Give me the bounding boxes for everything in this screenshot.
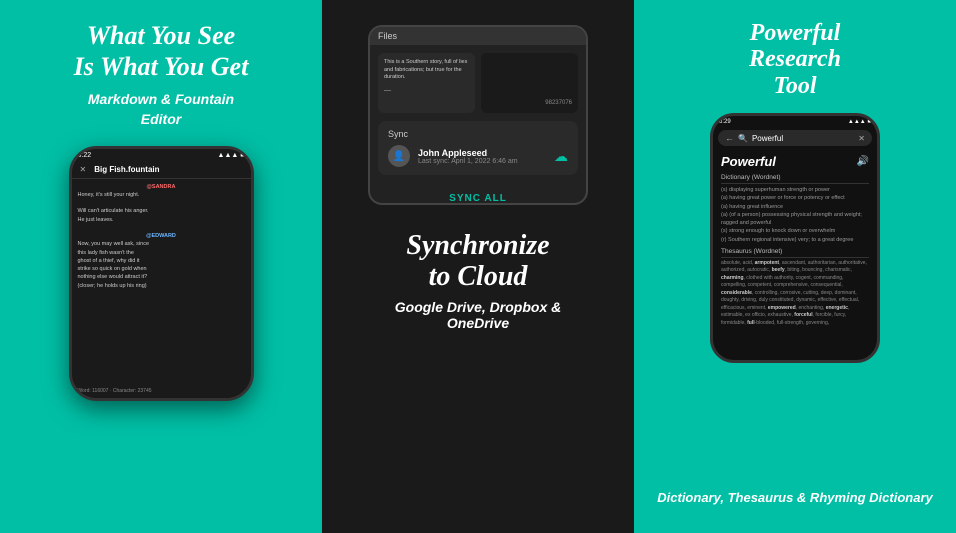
thesaurus-content: absolute, acid, armpotent, ascendant, au… — [721, 260, 869, 328]
sync-all-button[interactable]: SYNC ALL — [370, 187, 586, 205]
right-subtitle: Dictionary, Thesaurus & Rhyming Dictiona… — [657, 490, 932, 513]
right-title: Powerful Research Tool — [749, 20, 841, 99]
clear-search-icon[interactable]: ✕ — [858, 134, 865, 143]
phone-header: ✕ Big Fish.fountain — [72, 161, 251, 179]
cloud-sync-icon: ☁ — [554, 148, 568, 165]
left-phone-mockup: 5:22 ▲▲▲ ■ ✕ Big Fish.fountain @SANDRA H… — [69, 146, 254, 401]
right-panel: Powerful Research Tool 6:29 ▲▲▲ ■ ← 🔍 Po… — [634, 0, 956, 533]
dict-status-bar: 6:29 ▲▲▲ ■ — [713, 116, 877, 127]
dict-search-bar[interactable]: ← 🔍 Powerful ✕ — [718, 130, 872, 146]
middle-bottom-text: Synchronize to Cloud Google Drive, Dropb… — [395, 231, 561, 331]
dict-content: Powerful 🔊 Dictionary (Wordnet) (s) disp… — [713, 149, 877, 332]
close-icon[interactable]: ✕ — [80, 165, 87, 174]
user-avatar: 👤 — [388, 145, 410, 167]
left-panel: What You See Is What You Get Markdown & … — [0, 0, 322, 533]
right-phone-mockup: 6:29 ▲▲▲ ■ ← 🔍 Powerful ✕ Powerful 🔊 Dic… — [710, 113, 880, 363]
file-card-1: This is a Southern story, full of lies a… — [378, 53, 475, 113]
files-phone: Files This is a Southern story, full of … — [368, 25, 588, 205]
search-input[interactable]: Powerful — [752, 134, 854, 143]
word-count: Word: 116007 · Character: 23745 — [78, 388, 152, 394]
dictionary-definitions: (s) displaying superhuman strength or po… — [721, 186, 869, 244]
sync-title: Synchronize to Cloud — [395, 231, 561, 293]
middle-panel: Files This is a Southern story, full of … — [322, 0, 634, 533]
screenplay-content: @SANDRA Honey, it's still your night. Wi… — [72, 179, 251, 294]
phone-status-bar: 5:22 ▲▲▲ ■ — [72, 149, 251, 161]
files-header: Files — [370, 27, 586, 45]
files-grid: This is a Southern story, full of lies a… — [370, 45, 586, 121]
sync-section: Sync 👤 John Appleseed Last sync: April 1… — [378, 121, 578, 175]
sync-section-label: Sync — [388, 129, 568, 139]
sync-user-row: 👤 John Appleseed Last sync: April 1, 202… — [388, 145, 568, 167]
sync-subtitle: Google Drive, Dropbox &OneDrive — [395, 299, 561, 331]
speaker-icon[interactable]: 🔊 — [857, 156, 869, 167]
search-icon: 🔍 — [738, 134, 748, 143]
left-subtitle: Markdown & FountainEditor — [88, 90, 234, 129]
sync-user-info: John Appleseed Last sync: April 1, 2022 … — [418, 148, 546, 165]
file-card-2: 98237076 — [481, 53, 578, 113]
left-title: What You See Is What You Get — [74, 20, 249, 82]
back-arrow-icon[interactable]: ← — [725, 133, 734, 143]
